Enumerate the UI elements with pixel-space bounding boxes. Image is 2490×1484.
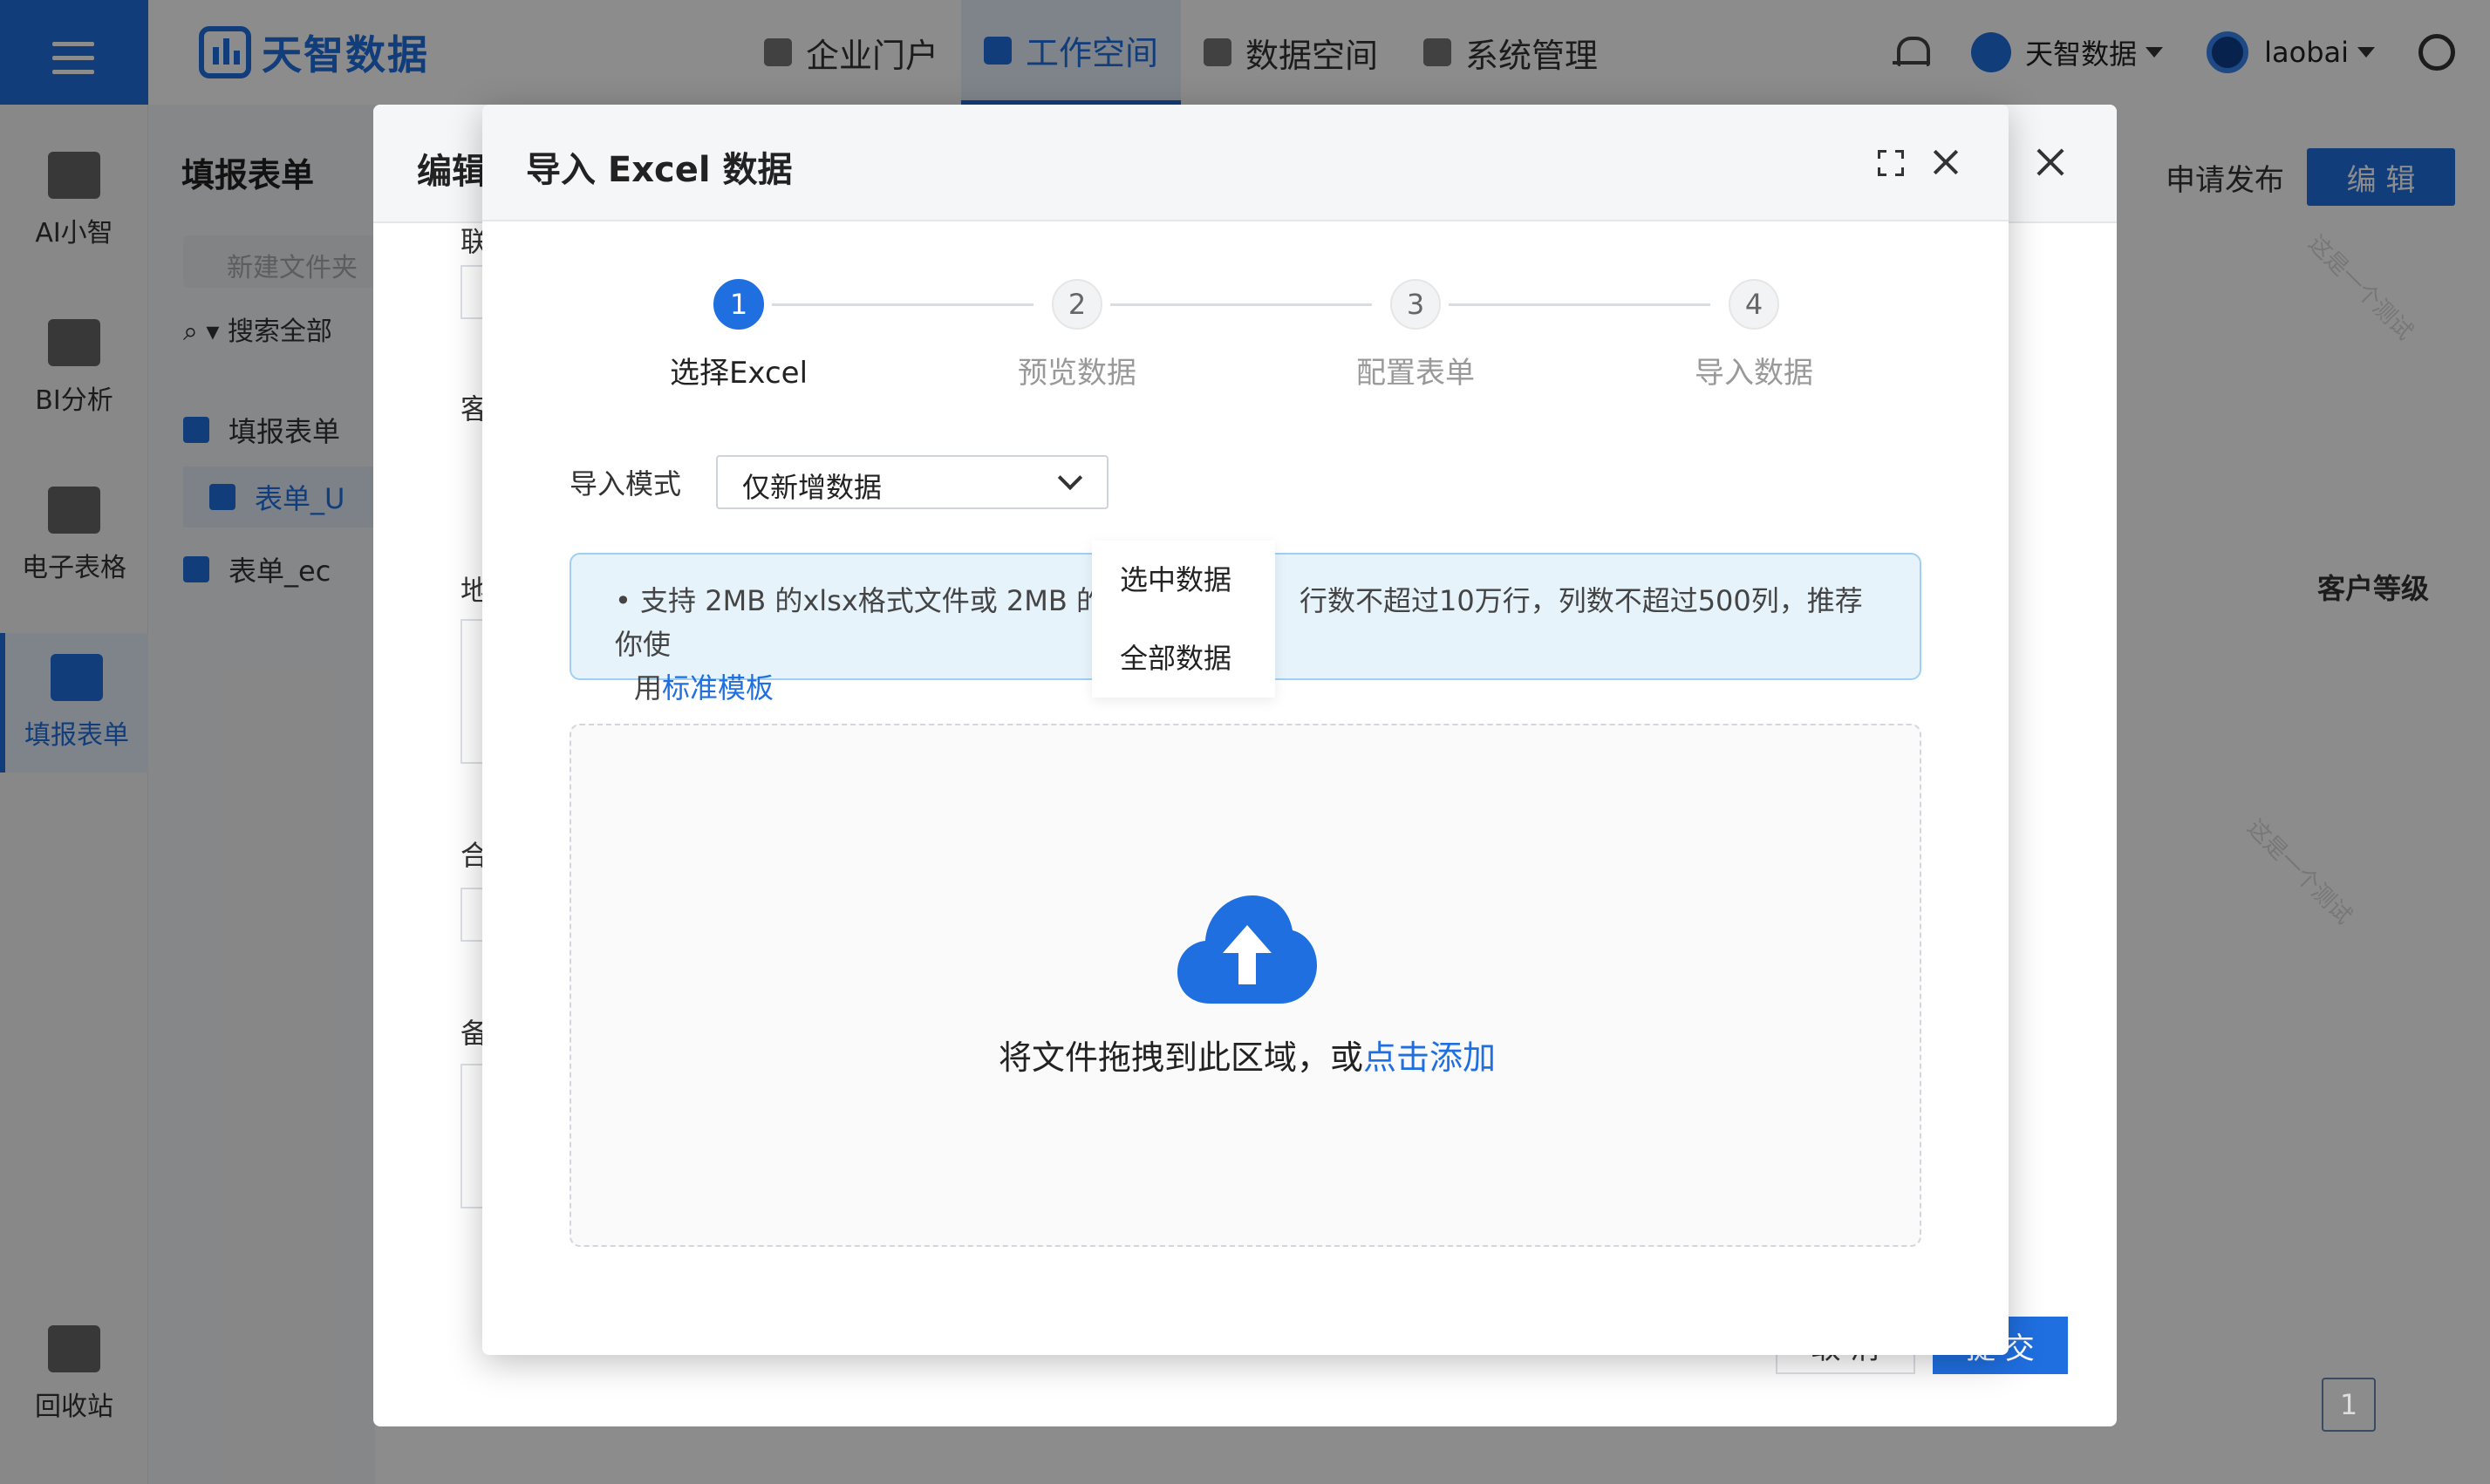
click-to-add-link[interactable]: 点击添加 (1363, 1038, 1496, 1077)
step-4: 4 导入数据 (1623, 279, 1885, 391)
modal-title: 导入 Excel 数据 (526, 150, 793, 190)
file-drop-zone[interactable]: 将文件拖拽到此区域，或点击添加 (570, 724, 1921, 1247)
close-icon[interactable] (2033, 145, 2068, 180)
info-text: 支持 2MB 的xlsx格式文件或 2MB 的x (640, 584, 1121, 617)
fullscreen-icon[interactable] (1878, 150, 1904, 176)
pagination-page[interactable]: 1 (2322, 1378, 2376, 1432)
step-1: 1 选择Excel (608, 279, 870, 391)
close-icon[interactable] (1928, 145, 1963, 180)
dropdown-option[interactable]: 选中数据 (1092, 541, 1275, 619)
import-excel-modal: 导入 Excel 数据 1 选择Excel 2 预览数据 3 配置表单 4 导入… (482, 105, 2009, 1355)
import-mode-row: 导入模式 仅新增数据 (570, 455, 1109, 509)
upload-hint: 将文件拖拽到此区域，或点击添加 (998, 1038, 1497, 1077)
drawer-title: 编辑 (417, 152, 487, 192)
step-3: 3 配置表单 (1285, 279, 1546, 391)
import-mode-select[interactable]: 仅新增数据 (716, 455, 1109, 509)
cloud-upload-icon (1177, 895, 1317, 1004)
import-steps: 1 选择Excel 2 预览数据 3 配置表单 4 导入数据 (482, 279, 2009, 391)
step-2: 2 预览数据 (946, 279, 1208, 391)
import-mode-dropdown: 选中数据 全部数据 (1092, 541, 1275, 698)
standard-template-link[interactable]: 标准模板 (662, 671, 774, 705)
import-mode-label: 导入模式 (570, 467, 682, 500)
dropdown-option[interactable]: 全部数据 (1092, 619, 1275, 698)
chevron-down-icon (1057, 465, 1083, 491)
